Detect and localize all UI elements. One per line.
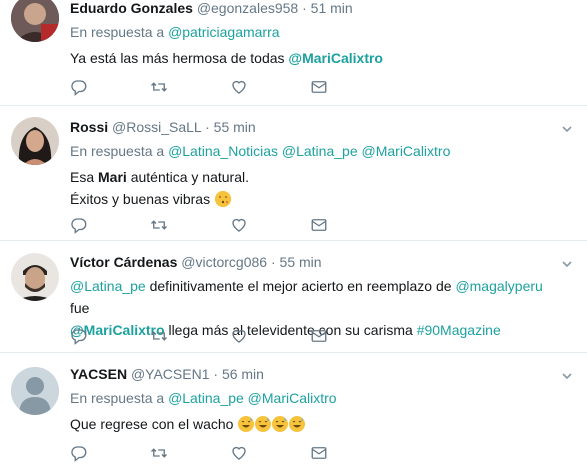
retweet-icon[interactable] [150,216,168,234]
tweet-text-bold: Mari [98,169,127,185]
tweet-text: Que regrese con el wacho [70,413,547,435]
kiss-emoji-icon [214,191,231,207]
sweat-smile-emoji-icon [238,416,255,432]
tweet-text: @Latina_pe definitivamente el mejor acie… [70,275,547,341]
like-icon[interactable] [230,444,248,462]
reply-context: En respuesta a @Latina_pe @MariCalixtro [70,389,547,407]
tweet-text-plain: llega más al televidente con su carisma [164,322,417,338]
separator-dot: · [302,0,307,16]
author-name[interactable]: Rossi [70,119,108,135]
author-name[interactable]: YACSEN [70,366,127,382]
like-icon[interactable] [230,327,248,345]
separator-dot: · [270,254,276,270]
timestamp[interactable]: 55 min [214,119,256,135]
direct-message-icon[interactable] [310,327,328,345]
reply-mention[interactable]: @patriciagamarra [168,24,279,40]
tweet-text-plain: auténtica y natural. [126,169,249,185]
author-handle[interactable]: @Rossi_SaLL [112,119,201,135]
direct-message-icon[interactable] [310,216,328,234]
tweet-mention[interactable]: @magalyperu [455,278,542,294]
sweat-smile-emoji-icon [255,416,272,432]
direct-message-icon[interactable] [310,78,328,96]
tweet-text-plain: Éxitos y buenas vibras [70,191,214,207]
tweet-text-plain: definitivamente el mejor acierto en reem… [145,278,456,294]
timestamp[interactable]: 51 min [311,0,353,16]
tweet[interactable]: Víctor Cárdenas @victorcg086 · 55 min @L… [0,241,587,353]
author-handle[interactable]: @victorcg086 [181,254,267,270]
reply-mention[interactable]: @Latina_pe @MariCalixtro [168,390,337,406]
author-name[interactable]: Eduardo Gonzales [70,0,193,16]
separator-dot: · [213,366,219,382]
author-name[interactable]: Víctor Cárdenas [70,254,177,270]
avatar[interactable] [11,117,59,165]
caret-down-icon[interactable] [561,122,573,134]
tweet[interactable]: Rossi @Rossi_SaLL · 55 min En respuesta … [0,106,587,241]
tweet[interactable]: Eduardo Gonzales @egonzales958 · 51 min … [0,0,587,106]
avatar[interactable] [11,0,59,42]
retweet-icon[interactable] [150,327,168,345]
tweet-text-plain: fue [70,300,90,316]
reply-mention[interactable]: @Latina_Noticias @Latina_pe @MariCalixtr… [168,143,450,159]
tweet-mention[interactable]: @Latina_pe [70,278,146,294]
reply-icon[interactable] [70,78,88,96]
reply-prefix: En respuesta a [70,143,165,159]
tweet-text-plain: Ya está las más hermosa de todas [70,50,289,66]
caret-down-icon[interactable] [561,257,573,269]
like-icon[interactable] [230,216,248,234]
timestamp[interactable]: 55 min [280,254,322,270]
tweet-text-plain: Esa [70,169,99,185]
reply-prefix: En respuesta a [70,390,165,406]
tweet[interactable]: YACSEN @YACSEN1 · 56 min En respuesta a … [0,353,587,474]
author-handle[interactable]: @egonzales958 [197,0,298,16]
reply-icon[interactable] [70,444,88,462]
tweet-text: Ya está las más hermosa de todas @MariCa… [70,47,547,69]
like-icon[interactable] [230,78,248,96]
sweat-smile-emoji-icon [272,416,289,432]
reply-icon[interactable] [70,216,88,234]
reply-context: En respuesta a @patriciagamarra [70,23,547,41]
tweet-mention[interactable]: @MariCalixtro [288,50,383,66]
timestamp[interactable]: 56 min [222,366,264,382]
caret-down-icon[interactable] [561,369,573,381]
tweet-text-plain: Que regrese con el wacho [70,416,238,432]
author-handle[interactable]: @YACSEN1 [131,366,210,382]
direct-message-icon[interactable] [310,444,328,462]
tweet-text: Esa Mari auténtica y natural. Éxitos y b… [70,166,547,210]
avatar[interactable] [11,367,59,415]
avatar[interactable] [11,253,59,301]
retweet-icon[interactable] [150,444,168,462]
reply-prefix: En respuesta a [70,24,165,40]
reply-icon[interactable] [70,327,88,345]
reply-context: En respuesta a @Latina_Noticias @Latina_… [70,142,547,160]
separator-dot: · [205,119,210,135]
tweet-hashtag[interactable]: #90Magazine [417,322,501,338]
retweet-icon[interactable] [150,78,168,96]
sweat-smile-emoji-icon [289,416,306,432]
